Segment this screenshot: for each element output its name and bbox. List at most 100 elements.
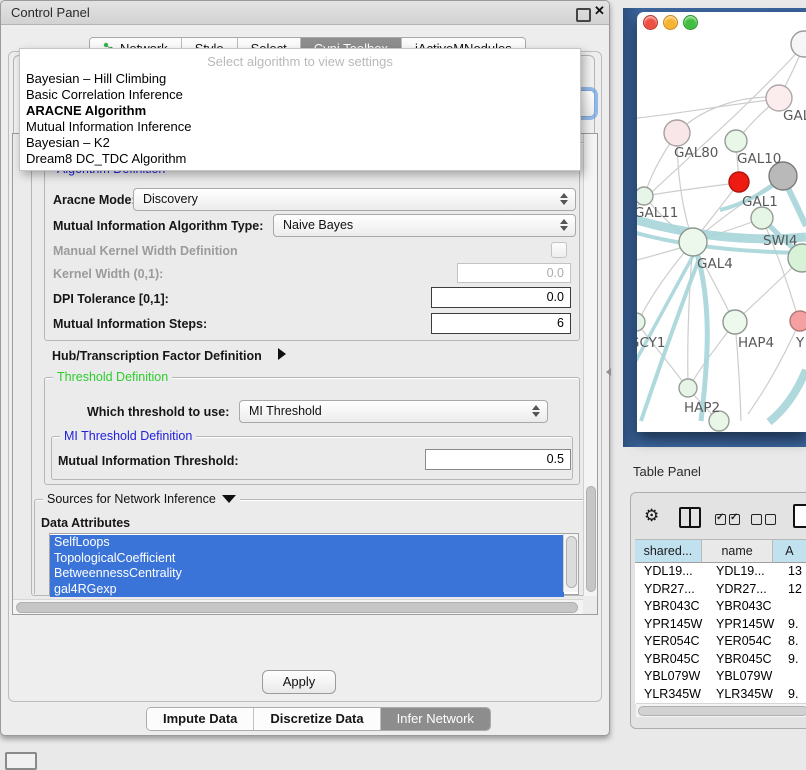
attribute-item-selected[interactable]: TopologicalCoefficient (50, 551, 564, 567)
node-label-gal: GAL (783, 108, 806, 124)
network-node-gal11[interactable] (637, 187, 653, 205)
mi-threshold-input[interactable]: 0.5 (425, 449, 571, 470)
algorithm-option[interactable]: Mutual Information Inference (20, 119, 580, 135)
control-panel-titlebar[interactable]: Control Panel ✕ (1, 1, 609, 25)
which-threshold-select[interactable]: MI Threshold (239, 400, 548, 423)
attribute-item-selected[interactable]: SelfLoops (50, 535, 564, 551)
algorithm-definition-group: Algorithm Definition Aracne Mode: Discov… (44, 169, 580, 341)
table-row[interactable]: YLR345WYLR345W9. (635, 686, 806, 704)
table-cell: YDR27... (707, 581, 784, 599)
float-window-icon[interactable] (576, 8, 591, 22)
sources-toggle[interactable]: Sources for Network Inference (43, 492, 240, 506)
hub-definition-toggle[interactable]: Hub/Transcription Factor Definition (52, 349, 262, 363)
algorithm-option[interactable]: Bayesian – Hill Climbing (20, 71, 580, 87)
column-header-3[interactable]: A (773, 539, 806, 563)
node-label-hap2: HAP2 (684, 400, 720, 416)
stepper-arrows-icon (560, 219, 568, 231)
expand-right-icon[interactable] (278, 348, 286, 360)
network-window: GALGAL80GAL10GAL1SWI4GAL11GAL4GCY1HAP4YH… (637, 12, 806, 432)
cyni-algorithm-settings-group: Cyni Algorithm Settings Algorithm Defini… (31, 142, 589, 596)
network-node-gal1[interactable] (729, 172, 749, 192)
group-title: Threshold Definition (53, 370, 172, 384)
mi-algorithm-type-select[interactable]: Naive Bayes (273, 214, 576, 237)
manual-kernel-checkbox[interactable] (551, 242, 567, 258)
minimized-panel-icon[interactable] (5, 752, 37, 770)
tab-impute-data[interactable]: Impute Data (147, 708, 254, 730)
network-node-gal10[interactable] (725, 130, 747, 152)
node-label-gcy1: GCY1 (637, 335, 666, 351)
column-header-2[interactable]: name (702, 539, 773, 563)
algorithm-option[interactable]: Basic Correlation Inference (20, 87, 580, 103)
table-row[interactable]: YDL19...YDL19...13 (635, 563, 806, 581)
mi-threshold-label: Mutual Information Threshold: (58, 454, 239, 468)
settings-horizontal-scrollbar[interactable] (13, 599, 583, 614)
node-label-hap4: HAP4 (738, 335, 774, 351)
table-row[interactable]: YBR043CYBR043C (635, 598, 806, 616)
table-cell: YLR345W (707, 686, 784, 704)
dropdown-items: Bayesian – Hill ClimbingBasic Correlatio… (20, 71, 580, 167)
network-node-gcy1[interactable] (637, 313, 645, 331)
table-row[interactable]: YBL079WYBL079W (635, 668, 806, 686)
gear-icon[interactable]: ⚙ (644, 506, 659, 526)
table-cell (784, 598, 806, 616)
kernel-width-input[interactable]: 0.0 (457, 263, 571, 283)
table-row[interactable]: YDR27...YDR27...12 (635, 581, 806, 599)
aracne-mode-value: Discovery (143, 192, 198, 206)
attr-list-scrollbar[interactable] (563, 534, 578, 592)
scrollbar-thumb[interactable] (566, 536, 577, 588)
control-panel-window: Control Panel ✕ NetworkStyleSelectCyni T… (0, 0, 610, 736)
scrollbar-thumb[interactable] (586, 486, 596, 592)
algorithm-option[interactable]: Dream8 DC_TDC Algorithm (20, 151, 580, 167)
algorithm-option[interactable]: Bayesian – K2 (20, 135, 580, 151)
table-row[interactable]: YBR045CYBR045C9. (635, 651, 806, 669)
mi-threshold-definition-group: MI Threshold Definition Mutual Informati… (51, 436, 573, 480)
which-threshold-label: Which threshold to use: (87, 405, 229, 419)
splitter-collapse-icon[interactable] (606, 368, 611, 376)
column-header-1[interactable]: shared... (635, 539, 702, 563)
network-node[interactable] (791, 31, 806, 57)
node-label-swi4: SWI4 (763, 233, 798, 249)
tab-discretize-data[interactable]: Discretize Data (254, 708, 380, 730)
node-table: shared...nameA YDL19...YDL19...13YDR27..… (635, 539, 806, 704)
table-row[interactable]: YPR145WYPR145W9. (635, 616, 806, 634)
tab-infer-network[interactable]: Infer Network (381, 708, 490, 730)
aracne-mode-select[interactable]: Discovery (133, 188, 576, 211)
network-node-swi4[interactable] (751, 207, 773, 229)
attribute-item-selected[interactable]: gal4RGexp (50, 582, 564, 598)
scrollbar-thumb[interactable] (638, 706, 806, 716)
scrollbar-thumb[interactable] (16, 602, 578, 613)
table-cell (784, 668, 806, 686)
table-cell: YBR043C (707, 598, 784, 616)
dropdown-prompt: Select algorithm to view settings (20, 49, 580, 71)
manual-kernel-label: Manual Kernel Width Definition (53, 244, 238, 258)
network-canvas[interactable]: GALGAL80GAL10GAL1SWI4GAL11GAL4GCY1HAP4YH… (637, 12, 806, 432)
mi-type-label: Mutual Information Algorithm Type: (53, 219, 263, 233)
mi-steps-input[interactable]: 6 (431, 313, 571, 334)
attr-items: SelfLoopsTopologicalCoefficientBetweenne… (50, 535, 564, 597)
table-row[interactable]: YER054CYER054C8. (635, 633, 806, 651)
column-visibility-icon[interactable] (679, 507, 701, 528)
aracne-mode-label: Aracne Mode: (53, 193, 136, 207)
apply-button[interactable]: Apply (262, 670, 336, 694)
network-node-y[interactable] (790, 311, 806, 331)
settings-vertical-scrollbar[interactable] (583, 134, 597, 596)
table-cell: YBR045C (707, 651, 784, 669)
network-node-hap4[interactable] (723, 310, 747, 334)
attribute-item-selected[interactable]: BetweennessCentrality (50, 566, 564, 582)
dpi-tolerance-input[interactable]: 0.0 (431, 287, 571, 308)
deselect-all-columns-icon[interactable] (751, 512, 779, 530)
table-cell: YPR145W (635, 616, 707, 634)
network-node-gal80[interactable] (664, 120, 690, 146)
select-all-columns-icon[interactable] (715, 512, 743, 530)
close-icon[interactable]: ✕ (594, 3, 605, 19)
table-horizontal-scrollbar[interactable] (636, 703, 806, 717)
table-cell: YDL19... (707, 563, 784, 581)
export-table-icon[interactable] (793, 504, 806, 528)
threshold-definition-group: Threshold Definition Which threshold to … (44, 377, 580, 485)
network-node-gal4[interactable] (679, 228, 707, 256)
table-cell: YLR345W (635, 686, 707, 704)
network-node-hap2[interactable] (679, 379, 697, 397)
algorithm-option[interactable]: ARACNE Algorithm (20, 103, 580, 119)
desktop: { "control_panel": { "title": "Control P… (0, 0, 806, 762)
table-cell: YER054C (707, 633, 784, 651)
